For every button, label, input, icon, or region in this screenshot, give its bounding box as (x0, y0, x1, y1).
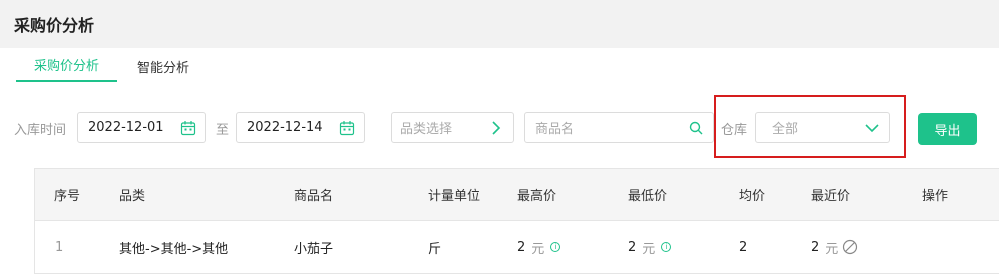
tab-bar: 采购价分析 智能分析 (0, 48, 999, 82)
date-to-label: 至 (216, 123, 230, 138)
col-category: 品类 (119, 189, 146, 204)
col-index: 序号 (54, 189, 81, 204)
product-placeholder: 商品名 (535, 122, 575, 137)
date-label: 入库时间 (14, 123, 67, 138)
col-actions: 操作 (922, 189, 949, 204)
col-max-price: 最高价 (517, 189, 557, 204)
row-product: 小茄子 (294, 241, 334, 257)
col-latest-price: 最近价 (811, 189, 851, 204)
category-placeholder: 品类选择 (400, 122, 453, 137)
row-max-price-unit: 元 (531, 241, 545, 257)
col-min-price: 最低价 (628, 189, 668, 204)
row-latest-price-cell: 2 元 (811, 221, 858, 273)
row-max-price-cell: 2 元 i (517, 221, 561, 273)
page-header: 采购价分析 (0, 0, 999, 48)
export-button[interactable]: 导出 (918, 113, 977, 145)
row-max-price: 2 (517, 239, 526, 255)
col-avg-price: 均价 (739, 189, 766, 204)
tab-smart-analysis[interactable]: 智能分析 (117, 57, 207, 82)
col-unit: 计量单位 (428, 189, 481, 204)
page-title: 采购价分析 (14, 16, 95, 35)
chevron-right-icon (488, 120, 504, 136)
tab-purchase-price-analysis[interactable]: 采购价分析 (16, 55, 118, 82)
search-icon[interactable] (688, 120, 704, 136)
row-min-price-unit: 元 (642, 241, 656, 257)
row-unit: 斤 (428, 241, 442, 257)
col-product: 商品名 (294, 189, 334, 204)
table-header: 序号 品类 商品名 计量单位 最高价 最低价 均价 最近价 操作 (35, 169, 999, 221)
start-date-picker[interactable]: 2022-12-01 (77, 112, 206, 143)
row-category: 其他->其他->其他 (119, 241, 229, 257)
calendar-icon (180, 120, 196, 136)
row-latest-price: 2 (811, 239, 820, 255)
row-min-price: 2 (628, 239, 637, 255)
product-search-input[interactable]: 商品名 (524, 112, 714, 143)
end-date-value: 2022-12-14 (247, 120, 323, 135)
highlight-box (714, 95, 906, 158)
category-select[interactable]: 品类选择 (391, 112, 514, 143)
no-entry-icon[interactable] (842, 239, 858, 255)
row-min-price-cell: 2 元 i (628, 221, 672, 273)
info-icon[interactable]: i (661, 242, 672, 252)
calendar-icon (339, 120, 355, 136)
row-avg-price: 2 (739, 239, 748, 255)
price-table: 序号 品类 商品名 计量单位 最高价 最低价 均价 最近价 操作 1 其他->其… (34, 168, 999, 274)
start-date-value: 2022-12-01 (88, 120, 164, 135)
info-icon[interactable]: i (550, 242, 561, 252)
row-latest-price-unit: 元 (825, 241, 839, 257)
row-index: 1 (55, 239, 64, 255)
table-row: 1 其他->其他->其他 小茄子 斤 2 元 i 2 元 i 2 2 元 (35, 221, 999, 273)
end-date-picker[interactable]: 2022-12-14 (236, 112, 365, 143)
